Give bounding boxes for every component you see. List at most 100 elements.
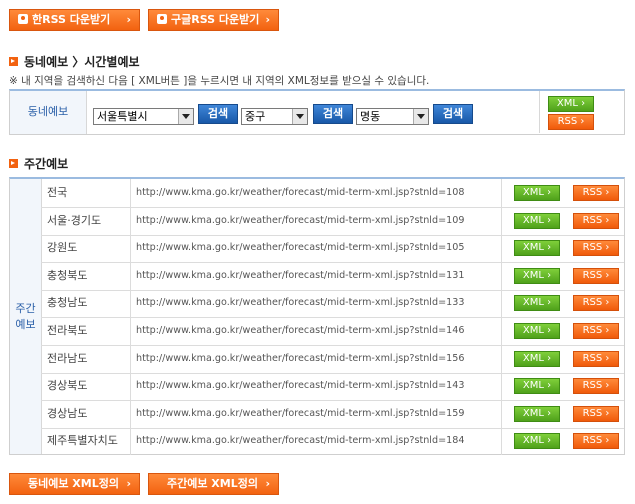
weekly-xml-button[interactable]: XML › [514,323,560,339]
weekly-rss-label: RSS [582,242,603,254]
weekly-xml-button[interactable]: XML › [514,185,560,201]
hanrss-download-button[interactable]: 한RSS 다운받기 › [9,9,140,31]
chevron-right-icon: › [547,269,552,281]
district-select[interactable]: 중구 [241,108,308,125]
chevron-right-icon: › [547,187,552,198]
weekly-side-label-line2: 예보 [15,317,36,331]
feed-url: http://www.kma.go.kr/weather/forecast/mi… [131,427,502,456]
weekly-xml-label: XML [522,407,544,419]
weekly-xml-label: XML [522,352,544,364]
dongne-xml-definition-button[interactable]: 동네예보 XML정의 › [9,473,140,495]
weekly-rss-button[interactable]: RSS › [573,240,619,257]
dongne-row-label: 동네예보 [10,91,87,134]
weekly-xml-label: XML [522,269,544,281]
chevron-right-icon: › [547,435,552,447]
weekly-xml-label: XML [522,297,544,309]
chevron-right-icon: › [605,325,610,336]
weekly-xml-button[interactable]: XML › [514,267,560,284]
chevron-right-icon: › [265,477,270,490]
table-row: 서울·경기도 http://www.kma.go.kr/weather/forec… [41,206,624,236]
feed-url: http://www.kma.go.kr/weather/forecast/mi… [131,372,502,401]
chevron-right-icon: › [547,297,552,309]
feed-url: http://www.kma.go.kr/weather/forecast/mi… [131,317,502,345]
weekly-xml-definition-label: 주간예보 XML정의 [167,477,258,490]
table-row: 경상남도 http://www.kma.go.kr/weather/forecas… [41,399,624,429]
province-select[interactable]: 서울특별시 [93,108,194,125]
region-name: 제주특별자치도 [41,427,131,456]
chevron-right-icon: › [265,13,270,26]
region-name: 충청북도 [41,261,131,290]
weekly-rss-label: RSS [582,352,603,364]
chevron-right-icon: › [547,242,552,254]
googlerss-download-button[interactable]: 구글RSS 다운받기 › [148,9,279,31]
weekly-xml-button[interactable]: XML › [514,240,560,257]
weekly-rss-button[interactable]: RSS › [573,405,619,422]
chevron-down-icon [178,109,193,124]
weekly-xml-button[interactable]: XML › [514,433,560,450]
section-title-dongne: 동네예보 〉시간별예보 [9,53,140,70]
chevron-right-icon: › [605,187,610,198]
search-instruction-note: ※ 내 지역을 검색하신 다음 [ XML버튼 ]을 누르시면 내 지역의 XM… [9,75,430,87]
region-name: 강원도 [41,234,131,263]
weekly-side-label: 주간예보 [10,179,42,454]
province-search-button[interactable]: 검색 [198,104,238,124]
feed-url: http://www.kma.go.kr/weather/forecast/mi… [131,179,502,207]
district-search-button[interactable]: 검색 [313,104,353,124]
dong-select[interactable]: 명동 [356,108,429,125]
region-name: 충청남도 [41,289,131,318]
region-name: 전국 [41,179,131,207]
weekly-rss-button[interactable]: RSS › [573,350,619,367]
table-row: 제주특별자치도 http://www.kma.go.kr/weather/fore… [41,427,624,456]
weekly-xml-button[interactable]: XML › [514,405,560,422]
chevron-right-icon: › [126,13,131,26]
dongne-rss-button[interactable]: RSS › [548,114,594,130]
weekly-xml-label: XML [522,325,544,336]
weekly-side-label-line1: 주간 [15,301,36,315]
weekly-xml-button[interactable]: XML › [514,350,560,367]
hanrss-download-label: 한RSS 다운받기 [32,13,111,26]
weekly-xml-label: XML [522,435,544,447]
weekly-xml-button[interactable]: XML › [514,295,560,312]
weekly-xml-button[interactable]: XML › [514,212,560,229]
region-name: 경상북도 [41,372,131,401]
section-title-weekly: 주간예보 [9,155,68,172]
province-select-value: 서울특별시 [97,110,148,123]
weekly-rss-button[interactable]: RSS › [573,323,619,339]
table-row: 강원도 http://www.kma.go.kr/weather/forecast… [41,234,624,264]
weekly-forecast-table: 주간 예보 전국 http://www.kma.go.kr/weather/fore… [9,177,625,456]
dongne-xml-definition-label: 동네예보 XML정의 [28,477,119,490]
weekly-rss-label: RSS [582,435,603,447]
weekly-rss-button[interactable]: RSS › [573,212,619,229]
weekly-rss-button[interactable]: RSS › [573,433,619,450]
chevron-right-icon: › [605,435,610,447]
feed-url: http://www.kma.go.kr/weather/forecast/mi… [131,261,502,290]
dongne-xml-button[interactable]: XML › [548,96,594,112]
googlerss-download-label: 구글RSS 다운받기 [171,13,260,26]
weekly-xml-label: XML [522,380,544,392]
weekly-xml-button[interactable]: XML › [514,378,560,395]
weekly-rss-button[interactable]: RSS › [573,267,619,284]
table-row: 충청남도 http://www.kma.go.kr/weather/forecas… [41,289,624,319]
feed-url: http://www.kma.go.kr/weather/forecast/mi… [131,344,502,373]
weekly-rss-button[interactable]: RSS › [573,295,619,312]
rss-icon [157,14,167,24]
dongne-rss-label: RSS [557,116,578,127]
region-name: 서울·경기도 [41,206,131,235]
weekly-xml-label: XML [522,214,544,226]
region-name: 전라남도 [41,344,131,373]
chevron-right-icon: › [547,407,552,419]
chevron-right-icon: › [547,380,552,392]
dong-search-button[interactable]: 검색 [433,104,473,124]
weekly-xml-definition-button[interactable]: 주간예보 XML정의 › [148,473,279,495]
chevron-right-icon: › [605,407,610,419]
chevron-right-icon: › [580,116,585,127]
dongne-xml-label: XML [556,98,578,109]
weekly-rss-button[interactable]: RSS › [573,185,619,201]
table-row: 경상북도 http://www.kma.go.kr/weather/forecas… [41,372,624,402]
feed-url: http://www.kma.go.kr/weather/forecast/mi… [131,206,502,235]
table-row: 전라남도 http://www.kma.go.kr/weather/forecas… [41,344,624,374]
chevron-right-icon: › [605,242,610,254]
weekly-rss-button[interactable]: RSS › [573,378,619,395]
dongne-search-panel: 동네예보 서울특별시 검색 중구 검색 명동 검색 XML › RSS › [9,89,625,135]
table-row: 충청북도 http://www.kma.go.kr/weather/forecas… [41,261,624,291]
